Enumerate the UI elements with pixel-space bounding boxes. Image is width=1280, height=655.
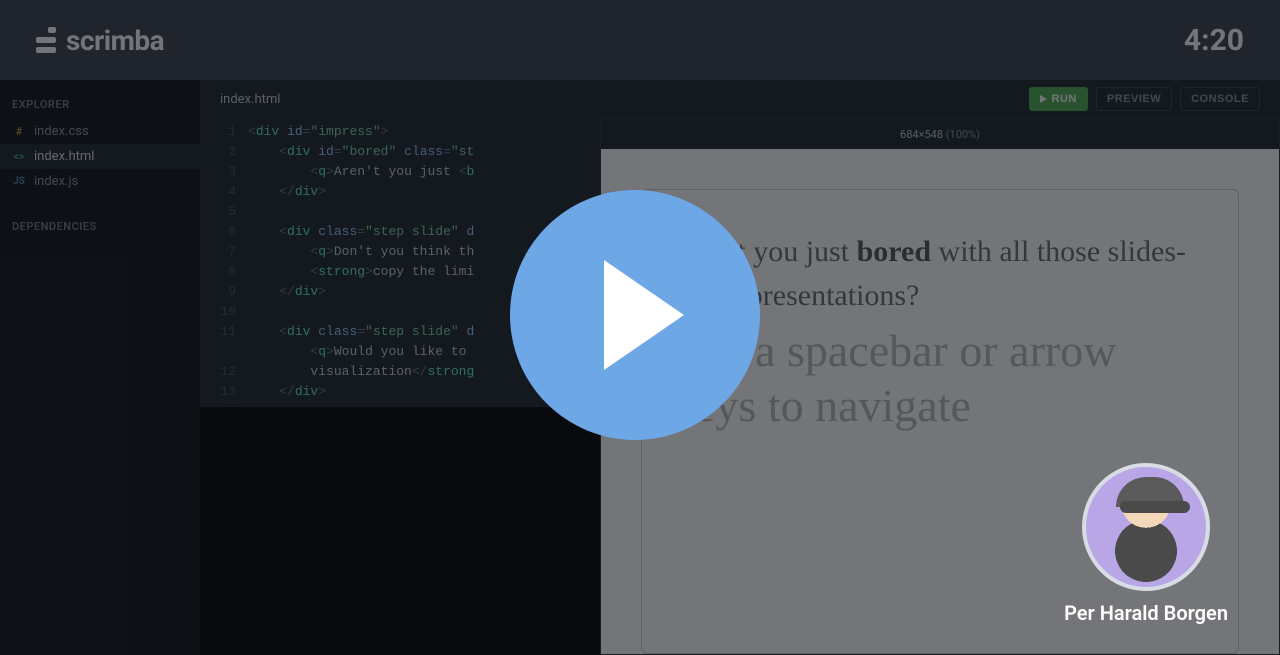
play-button[interactable] (510, 190, 760, 440)
avatar (1082, 463, 1210, 591)
author-badge: Per Harald Borgen (1064, 463, 1228, 625)
author-name: Per Harald Borgen (1064, 601, 1228, 625)
play-icon (604, 260, 684, 370)
